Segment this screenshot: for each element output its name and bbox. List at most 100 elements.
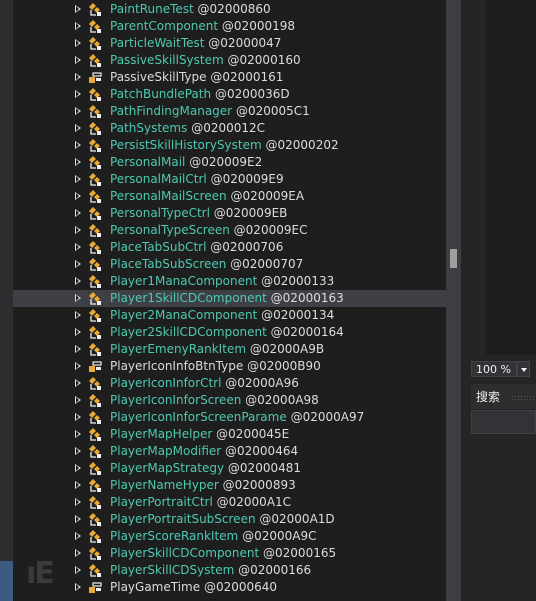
class-icon: [88, 104, 103, 119]
tree-node-playerportraitsubscreen[interactable]: PlayerPortraitSubScreen @02000A1D: [13, 511, 446, 528]
type-name: PlayerIconInfoBtnType: [110, 359, 244, 373]
metadata-token: @02000860: [197, 2, 271, 16]
tree-node-playeremenyrankitem[interactable]: PlayerEmenyRankItem @02000A9B: [13, 341, 446, 358]
metadata-token: @02000166: [238, 563, 312, 577]
tree-node-player1skillcdcomponent[interactable]: Player1SkillCDComponent @02000163: [13, 290, 446, 307]
expand-arrow-icon[interactable]: [75, 90, 81, 98]
tree-node-persistskillhistorysystem[interactable]: PersistSkillHistorySystem @02000202: [13, 137, 446, 154]
tree-node-playericoninforctrl[interactable]: PlayerIconInforCtrl @02000A96: [13, 375, 446, 392]
expand-arrow-icon[interactable]: [75, 396, 81, 404]
tree-node-passiveskillsystem[interactable]: PassiveSkillSystem @02000160: [13, 52, 446, 69]
type-name: PersonalMailCtrl: [110, 172, 207, 186]
tree-node-personalmailscreen[interactable]: PersonalMailScreen @020009EA: [13, 188, 446, 205]
expand-arrow-icon[interactable]: [75, 413, 81, 421]
tree-node-playermapmodifier[interactable]: PlayerMapModifier @02000464: [13, 443, 446, 460]
metadata-token: @02000047: [208, 36, 282, 50]
search-panel-title: 搜索: [476, 390, 501, 404]
expand-arrow-icon[interactable]: [75, 243, 81, 251]
tree-node-playermapstrategy[interactable]: PlayerMapStrategy @02000481: [13, 460, 446, 477]
expand-arrow-icon[interactable]: [75, 39, 81, 47]
tree-node-personaltypectrl[interactable]: PersonalTypeCtrl @020009EB: [13, 205, 446, 222]
expand-arrow-icon[interactable]: [75, 124, 81, 132]
scrollbar-thumb[interactable]: [450, 249, 457, 268]
type-name: PaintRuneTest: [110, 2, 194, 16]
expand-arrow-icon[interactable]: [75, 22, 81, 30]
class-icon: [88, 529, 103, 544]
tree-node-placetabsubctrl[interactable]: PlaceTabSubCtrl @02000706: [13, 239, 446, 256]
type-name: PlayerMapModifier: [110, 444, 222, 458]
tree-node-personalmailctrl[interactable]: PersonalMailCtrl @020009E9: [13, 171, 446, 188]
expand-arrow-icon[interactable]: [75, 362, 81, 370]
tree-node-pathsystems[interactable]: PathSystems @0200012C: [13, 120, 446, 137]
expand-arrow-icon[interactable]: [75, 379, 81, 387]
tree-node-placetabsubscreen[interactable]: PlaceTabSubScreen @02000707: [13, 256, 446, 273]
expand-arrow-icon[interactable]: [75, 447, 81, 455]
tree-node-label: PlayerEmenyRankItem @02000A9B: [110, 341, 324, 358]
expand-arrow-icon[interactable]: [75, 56, 81, 64]
expand-arrow-icon[interactable]: [75, 498, 81, 506]
metadata-token: @02000A96: [225, 376, 299, 390]
expand-arrow-icon[interactable]: [75, 260, 81, 268]
tree-node-playernamehyper[interactable]: PlayerNameHyper @02000893: [13, 477, 446, 494]
class-icon: [88, 53, 103, 68]
expand-arrow-icon[interactable]: [75, 107, 81, 115]
type-name: ParentComponent: [110, 19, 219, 33]
metadata-token: @02000893: [222, 478, 296, 492]
expand-arrow-icon[interactable]: [75, 464, 81, 472]
metadata-token: @020009EC: [233, 223, 308, 237]
metadata-token: @020009E9: [210, 172, 284, 186]
type-name: PersonalTypeCtrl: [110, 206, 210, 220]
zoom-dropdown-button[interactable]: [517, 361, 530, 377]
expand-arrow-icon[interactable]: [75, 294, 81, 302]
type-name: PlayerSkillCDSystem: [110, 563, 235, 577]
type-tree-list[interactable]: PaintRuneTest @02000860 ParentComponent @…: [13, 1, 446, 596]
tree-node-player1manacomponent[interactable]: Player1ManaComponent @02000133: [13, 273, 446, 290]
enum-icon: [88, 359, 103, 374]
type-tree-pane[interactable]: PaintRuneTest @02000860 ParentComponent @…: [0, 0, 446, 601]
tree-node-particlewaittest[interactable]: ParticleWaitTest @02000047: [13, 35, 446, 52]
class-icon: [88, 87, 103, 102]
expand-arrow-icon[interactable]: [75, 532, 81, 540]
expand-arrow-icon[interactable]: [75, 328, 81, 336]
tree-node-personaltypescreen[interactable]: PersonalTypeScreen @020009EC: [13, 222, 446, 239]
expand-arrow-icon[interactable]: [75, 226, 81, 234]
tree-node-playerportraitctrl[interactable]: PlayerPortraitCtrl @02000A1C: [13, 494, 446, 511]
expand-arrow-icon[interactable]: [75, 175, 81, 183]
tree-node-playericoninforscreenparame[interactable]: PlayerIconInforScreenParame @02000A97: [13, 409, 446, 426]
expand-arrow-icon[interactable]: [75, 158, 81, 166]
expand-arrow-icon[interactable]: [75, 311, 81, 319]
expand-arrow-icon[interactable]: [75, 192, 81, 200]
tree-node-playericoninforscreen[interactable]: PlayerIconInforScreen @02000A98: [13, 392, 446, 409]
expand-arrow-icon[interactable]: [75, 5, 81, 13]
tree-node-player2manacomponent[interactable]: Player2ManaComponent @02000134: [13, 307, 446, 324]
expand-arrow-icon[interactable]: [75, 277, 81, 285]
tree-node-playermaphelper[interactable]: PlayerMapHelper @0200045E: [13, 426, 446, 443]
tree-node-personalmail[interactable]: PersonalMail @020009E2: [13, 154, 446, 171]
tree-node-passiveskilltype[interactable]: PassiveSkillType @02000161: [13, 69, 446, 86]
panel-grip-icon[interactable]: [511, 395, 536, 400]
type-name: ParticleWaitTest: [110, 36, 205, 50]
tree-node-pathfindingmanager[interactable]: PathFindingManager @020005C1: [13, 103, 446, 120]
vertical-scrollbar[interactable]: [446, 0, 461, 601]
type-name: PlayerPortraitSubScreen: [110, 512, 256, 526]
tree-node-patchbundlepath[interactable]: PatchBundlePath @0200036D: [13, 86, 446, 103]
watermark-logo: ıE: [26, 556, 55, 591]
tree-node-label: PlayerScoreRankItem @02000A9C: [110, 528, 316, 545]
expand-arrow-icon[interactable]: [75, 430, 81, 438]
tree-node-playericoninfobtntype[interactable]: PlayerIconInfoBtnType @02000B90: [13, 358, 446, 375]
expand-arrow-icon[interactable]: [75, 481, 81, 489]
tree-node-playerscorerankitem[interactable]: PlayerScoreRankItem @02000A9C: [13, 528, 446, 545]
search-input[interactable]: [471, 410, 536, 434]
expand-arrow-icon[interactable]: [75, 141, 81, 149]
expand-arrow-icon[interactable]: [75, 345, 81, 353]
zoom-level-field[interactable]: 100 %: [471, 361, 517, 377]
expand-arrow-icon[interactable]: [75, 209, 81, 217]
metadata-token: @02000A9C: [242, 529, 317, 543]
tree-node-player2skillcdcomponent[interactable]: Player2SkillCDComponent @02000164: [13, 324, 446, 341]
type-name: Player1SkillCDComponent: [110, 291, 267, 305]
expand-arrow-icon[interactable]: [75, 73, 81, 81]
expand-arrow-icon[interactable]: [75, 515, 81, 523]
tree-node-paintrunetest[interactable]: PaintRuneTest @02000860: [13, 1, 446, 18]
tree-node-parentcomponent[interactable]: ParentComponent @02000198: [13, 18, 446, 35]
class-icon: [88, 325, 103, 340]
